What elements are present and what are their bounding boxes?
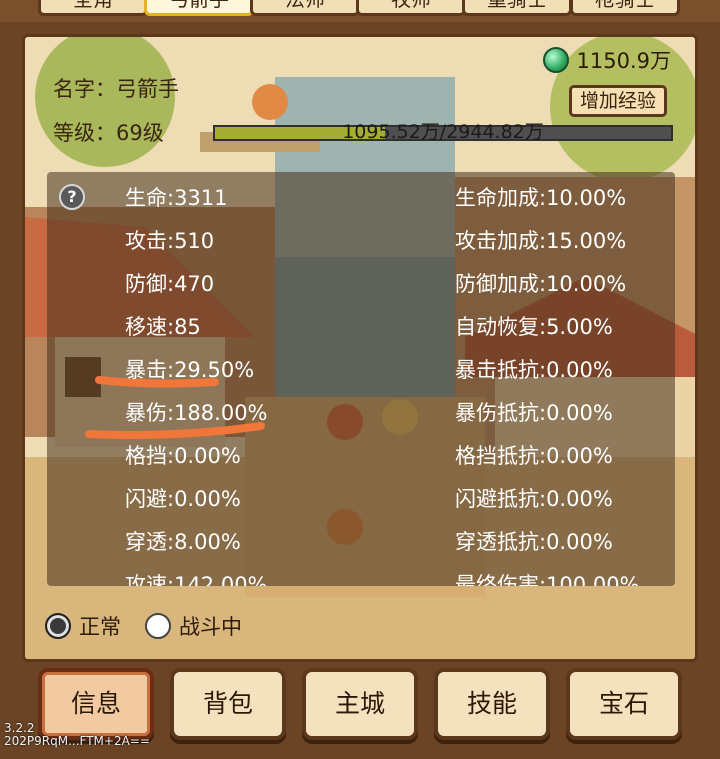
currency-amount: 1150.9万 bbox=[576, 49, 671, 73]
tab-all[interactable]: 全角 bbox=[38, 0, 148, 16]
exp-progress-text: 1095.52万/2944.82万 bbox=[342, 121, 544, 143]
stat-hp: 生命:3311 bbox=[125, 186, 228, 210]
mode-battle-label: 战斗中 bbox=[179, 615, 242, 639]
currency-display: 1150.9万 bbox=[542, 45, 671, 75]
stat-defense: 防御:470 bbox=[125, 272, 215, 296]
stat-block: 格挡:0.00% bbox=[125, 444, 241, 468]
stat-dodge-resist: 闪避抵抗:0.00% bbox=[455, 487, 613, 511]
stat-crit-resist: 暴击抵抗:0.00% bbox=[455, 358, 613, 382]
nav-gems-button[interactable]: 宝石 bbox=[566, 668, 682, 740]
stat-dodge: 闪避:0.00% bbox=[125, 487, 241, 511]
version-info: 3.2.2 202P9RqM...FTM+2A== bbox=[4, 722, 150, 748]
hero-info-panel: 名字：弓箭手 等级：69级 1150.9万 增加经验 1095.52万/2944… bbox=[22, 34, 698, 662]
tab-archer[interactable]: 弓箭手 bbox=[144, 0, 254, 16]
stat-move-speed: 移速:85 bbox=[125, 315, 201, 339]
stat-crit-damage: 暴伤:188.00% bbox=[125, 401, 268, 425]
stat-final-damage: 最终伤害:100.00% bbox=[455, 573, 640, 586]
stat-penetration: 穿透:8.00% bbox=[125, 530, 241, 554]
stat-attack-bonus: 攻击加成:15.00% bbox=[455, 229, 627, 253]
class-tab-bar: 全角 弓箭手 法师 牧师 重骑士 枪骑士 bbox=[0, 0, 720, 22]
hero-name: 名字：弓箭手 bbox=[53, 77, 179, 101]
tab-priest[interactable]: 牧师 bbox=[356, 0, 466, 16]
mode-battle-option[interactable]: 战斗中 bbox=[145, 611, 242, 641]
tab-heavy-knight[interactable]: 重骑士 bbox=[462, 0, 572, 16]
stat-attack-speed: 攻速:142.00% bbox=[125, 573, 268, 586]
stat-penetration-resist: 穿透抵抗:0.00% bbox=[455, 530, 613, 554]
gem-icon bbox=[542, 47, 569, 73]
stat-crit: 暴击:29.50% bbox=[125, 358, 255, 382]
stat-crit-damage-resist: 暴伤抵抗:0.00% bbox=[455, 401, 613, 425]
tab-lancer[interactable]: 枪骑士 bbox=[570, 0, 680, 16]
radio-selected-icon[interactable] bbox=[45, 613, 71, 639]
crit-damage-underline bbox=[85, 422, 265, 439]
nav-bag-button[interactable]: 背包 bbox=[170, 668, 286, 740]
nav-main-city-button[interactable]: 主城 bbox=[302, 668, 418, 740]
exp-progress-bar: 1095.52万/2944.82万 bbox=[213, 121, 673, 143]
nav-skills-button[interactable]: 技能 bbox=[434, 668, 550, 740]
stat-attack: 攻击:510 bbox=[125, 229, 215, 253]
stat-defense-bonus: 防御加成:10.00% bbox=[455, 272, 627, 296]
stat-auto-regen: 自动恢复:5.00% bbox=[455, 315, 613, 339]
stat-hp-bonus: 生命加成:10.00% bbox=[455, 186, 627, 210]
radio-unselected-icon[interactable] bbox=[145, 613, 171, 639]
hero-level: 等级：69级 bbox=[53, 121, 164, 145]
tab-mage[interactable]: 法师 bbox=[250, 0, 360, 16]
stats-list: ? 生命:3311 攻击:510 防御:470 移速:85 暴击:29.50% … bbox=[47, 172, 675, 586]
stat-block-resist: 格挡抵抗:0.00% bbox=[455, 444, 613, 468]
mode-normal-option[interactable]: 正常 bbox=[45, 611, 121, 641]
build-id: 202P9RqM...FTM+2A== bbox=[4, 734, 150, 748]
mode-normal-label: 正常 bbox=[79, 615, 121, 639]
add-exp-button[interactable]: 增加经验 bbox=[569, 85, 667, 117]
